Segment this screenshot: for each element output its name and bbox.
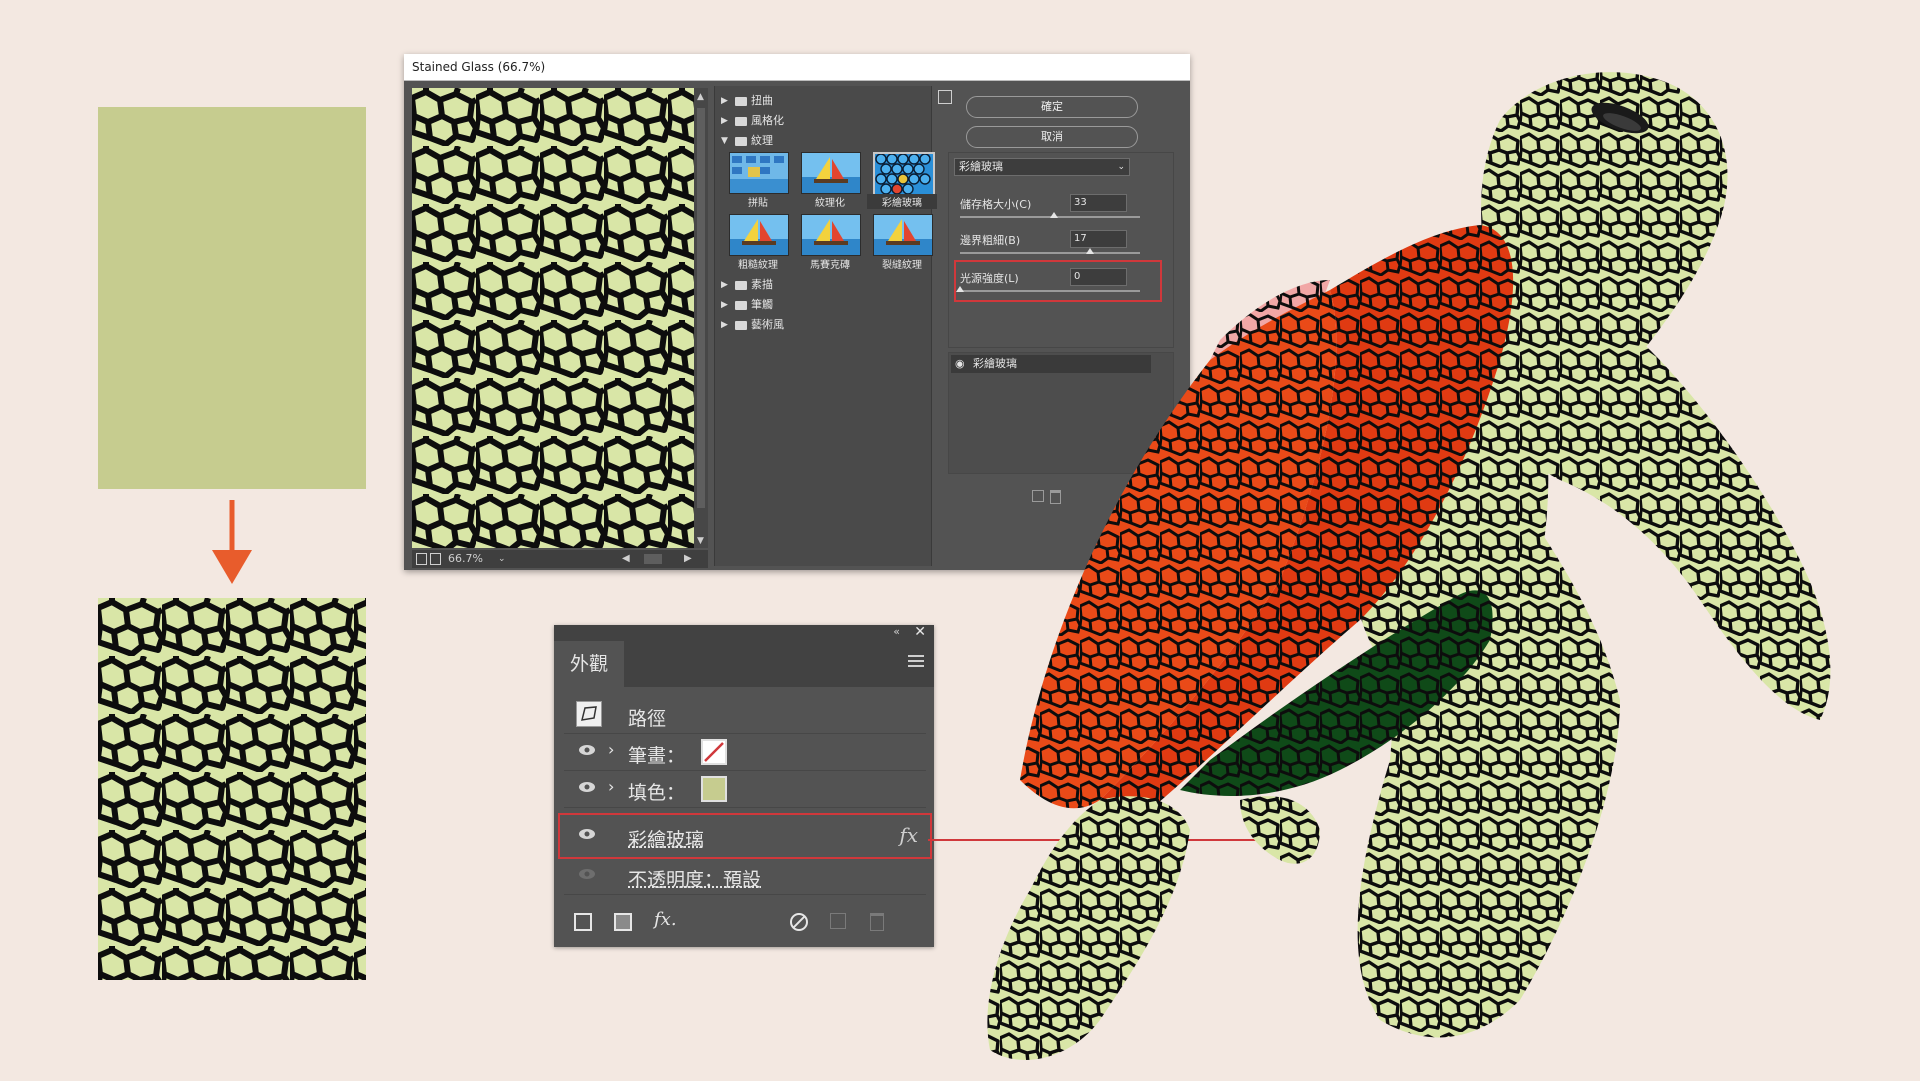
thumb-mosaic-tiles[interactable] bbox=[801, 214, 861, 256]
collapse-panel-icon[interactable]: « bbox=[893, 625, 900, 638]
collapse-arrow-icon: ▼ bbox=[721, 136, 728, 146]
thumb-patchwork[interactable] bbox=[729, 152, 789, 194]
row-opacity[interactable]: 不透明度：預設 bbox=[564, 858, 926, 895]
row-fill[interactable]: › 填色： bbox=[564, 771, 926, 808]
path-label: 路徑 bbox=[628, 708, 667, 730]
thumb-label-grain: 粗糙紋理 bbox=[738, 260, 778, 271]
folder-icon bbox=[735, 116, 747, 126]
sea-turtle-illustration bbox=[987, 72, 1831, 1060]
row-stroke[interactable]: › 筆畫： bbox=[564, 734, 926, 771]
path-thumbnail-icon bbox=[576, 701, 602, 727]
chevron-right-icon[interactable]: › bbox=[608, 777, 614, 796]
thumb-stained-glass[interactable] bbox=[873, 152, 935, 196]
zoom-in-icon[interactable] bbox=[430, 553, 441, 565]
expand-arrow-icon: ▶ bbox=[721, 320, 728, 330]
panel-header-bar: « ✕ bbox=[554, 624, 934, 641]
folder-artistic[interactable]: ▶ 藝術風 bbox=[721, 316, 784, 334]
folder-texture[interactable]: ▼ 紋理 bbox=[721, 132, 773, 150]
opacity-label[interactable]: 不透明度：預設 bbox=[628, 865, 761, 892]
panel-menu-icon[interactable] bbox=[908, 655, 924, 667]
scroll-right-icon[interactable]: ▶ bbox=[684, 550, 692, 568]
add-fill-icon[interactable] bbox=[614, 913, 632, 931]
folder-stylize[interactable]: ▶ 風格化 bbox=[721, 112, 784, 130]
thumb-grain[interactable] bbox=[729, 214, 789, 256]
preview-scrollbar[interactable]: ▲ ▼ bbox=[694, 88, 708, 548]
fx-icon[interactable]: fx bbox=[899, 823, 918, 847]
original-green-swatch bbox=[98, 107, 366, 489]
close-icon[interactable]: ✕ bbox=[914, 624, 926, 640]
scroll-thumb[interactable] bbox=[697, 108, 705, 508]
zoom-level[interactable]: 66.7% bbox=[448, 550, 483, 568]
add-stroke-icon[interactable] bbox=[574, 913, 592, 931]
thumb-label-mosaic-tiles: 馬賽克磚 bbox=[810, 260, 850, 271]
effect-label[interactable]: 彩繪玻璃 bbox=[628, 825, 704, 852]
thumb-label-texturizer: 紋理化 bbox=[815, 198, 845, 209]
eye-icon[interactable] bbox=[578, 868, 596, 880]
collapse-gallery-icon[interactable] bbox=[938, 90, 952, 104]
thumb-label-craquelure: 裂縫紋理 bbox=[882, 260, 922, 271]
panel-bottom-toolbar: fx. bbox=[554, 905, 934, 937]
clear-appearance-icon[interactable] bbox=[790, 913, 808, 931]
chevron-right-icon[interactable]: › bbox=[608, 740, 614, 759]
stroke-label: 筆畫： bbox=[628, 745, 686, 767]
scroll-left-icon[interactable]: ◀ bbox=[622, 550, 630, 568]
expand-arrow-icon: ▶ bbox=[721, 300, 728, 310]
folder-icon bbox=[735, 96, 747, 106]
add-effect-icon[interactable]: fx. bbox=[654, 909, 677, 930]
filter-preview bbox=[412, 88, 700, 548]
folder-distort[interactable]: ▶ 扭曲 bbox=[721, 92, 773, 110]
folder-brush-strokes[interactable]: ▶ 筆觸 bbox=[721, 296, 773, 314]
fill-swatch[interactable] bbox=[701, 776, 727, 802]
eye-icon[interactable] bbox=[578, 828, 596, 840]
scroll-up-icon[interactable]: ▲ bbox=[697, 92, 704, 102]
row-stained-glass-effect[interactable]: 彩繪玻璃 fx bbox=[558, 813, 932, 859]
tab-appearance[interactable]: 外觀 bbox=[554, 641, 624, 687]
fill-label: 填色： bbox=[628, 782, 686, 804]
stained-glass-result bbox=[98, 598, 366, 980]
folder-icon bbox=[735, 280, 747, 290]
scroll-down-icon[interactable]: ▼ bbox=[697, 536, 704, 546]
row-path[interactable]: 路徑 bbox=[564, 697, 926, 734]
panel-tab-bar: 外觀 bbox=[554, 641, 934, 687]
filter-category-tree: ▶ 扭曲 ▶ 風格化 ▼ 紋理 拼貼 紋理化 彩繪玻璃 粗糙紋理 馬賽克磚 裂縫紋理 … bbox=[714, 86, 937, 566]
folder-sketch[interactable]: ▶ 素描 bbox=[721, 276, 773, 294]
eye-icon[interactable] bbox=[578, 744, 596, 756]
thumb-label-patchwork: 拼貼 bbox=[748, 198, 768, 209]
folder-icon bbox=[735, 320, 747, 330]
arrow-down-icon bbox=[212, 500, 252, 584]
zoom-out-icon[interactable] bbox=[416, 553, 427, 565]
expand-arrow-icon: ▶ bbox=[721, 96, 728, 106]
trash-icon[interactable] bbox=[870, 913, 884, 931]
thumb-craquelure[interactable] bbox=[873, 214, 933, 256]
eye-icon[interactable] bbox=[578, 781, 596, 793]
thumb-label-stained-glass: 彩繪玻璃 bbox=[867, 194, 937, 209]
thumb-texturizer[interactable] bbox=[801, 152, 861, 194]
expand-arrow-icon: ▶ bbox=[721, 280, 728, 290]
expand-arrow-icon: ▶ bbox=[721, 116, 728, 126]
stroke-swatch[interactable] bbox=[701, 739, 727, 765]
chevron-down-icon[interactable]: ⌄ bbox=[498, 550, 506, 568]
duplicate-item-icon[interactable] bbox=[830, 913, 846, 929]
folder-icon bbox=[735, 300, 747, 310]
folder-open-icon bbox=[735, 136, 747, 146]
appearance-panel: « ✕ 外觀 路徑 › 筆畫： › 填色： 彩繪玻璃 fx 不透明度：預設 fx… bbox=[554, 624, 934, 947]
h-scroll-thumb[interactable] bbox=[644, 554, 662, 564]
preview-status-bar: 66.7% ⌄ ◀ ▶ bbox=[412, 550, 708, 568]
